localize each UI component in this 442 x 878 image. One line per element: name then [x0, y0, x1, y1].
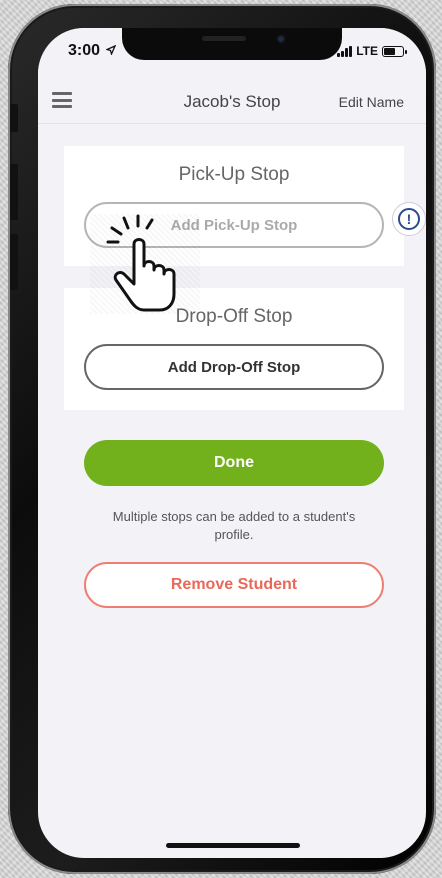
battery-icon: [382, 45, 407, 57]
screen: 3:00 LTE Jacob's Stop Edit Name Pick-Up …: [38, 28, 426, 858]
phone-frame: 3:00 LTE Jacob's Stop Edit Name Pick-Up …: [8, 4, 436, 874]
remove-student-button[interactable]: Remove Student: [84, 562, 384, 608]
status-indicators: LTE: [337, 44, 407, 58]
done-button[interactable]: Done: [84, 440, 384, 486]
time-text: 3:00: [68, 42, 101, 59]
helper-text: Multiple stops can be added to a student…: [112, 509, 356, 542]
notch: [122, 28, 342, 60]
tap-hand-pointer-icon: [106, 214, 176, 312]
mute-switch: [10, 104, 18, 132]
location-arrow-icon: [105, 44, 117, 56]
add-dropoff-stop-button[interactable]: Add Drop-Off Stop: [84, 344, 384, 390]
speaker-grille: [202, 36, 246, 41]
front-camera: [276, 34, 286, 44]
network-label: LTE: [356, 44, 378, 58]
status-time: 3:00: [68, 42, 117, 60]
home-indicator[interactable]: [166, 843, 300, 848]
volume-down-button: [10, 234, 18, 290]
info-button[interactable]: !: [392, 202, 426, 236]
edit-name-button[interactable]: Edit Name: [339, 94, 404, 110]
signal-bars-icon: [337, 45, 353, 57]
nav-bar: Jacob's Stop Edit Name: [38, 80, 426, 124]
status-bar: 3:00 LTE: [38, 28, 426, 78]
volume-up-button: [10, 164, 18, 220]
pickup-title: Pick-Up Stop: [178, 164, 290, 185]
info-exclamation-icon: !: [398, 208, 420, 230]
